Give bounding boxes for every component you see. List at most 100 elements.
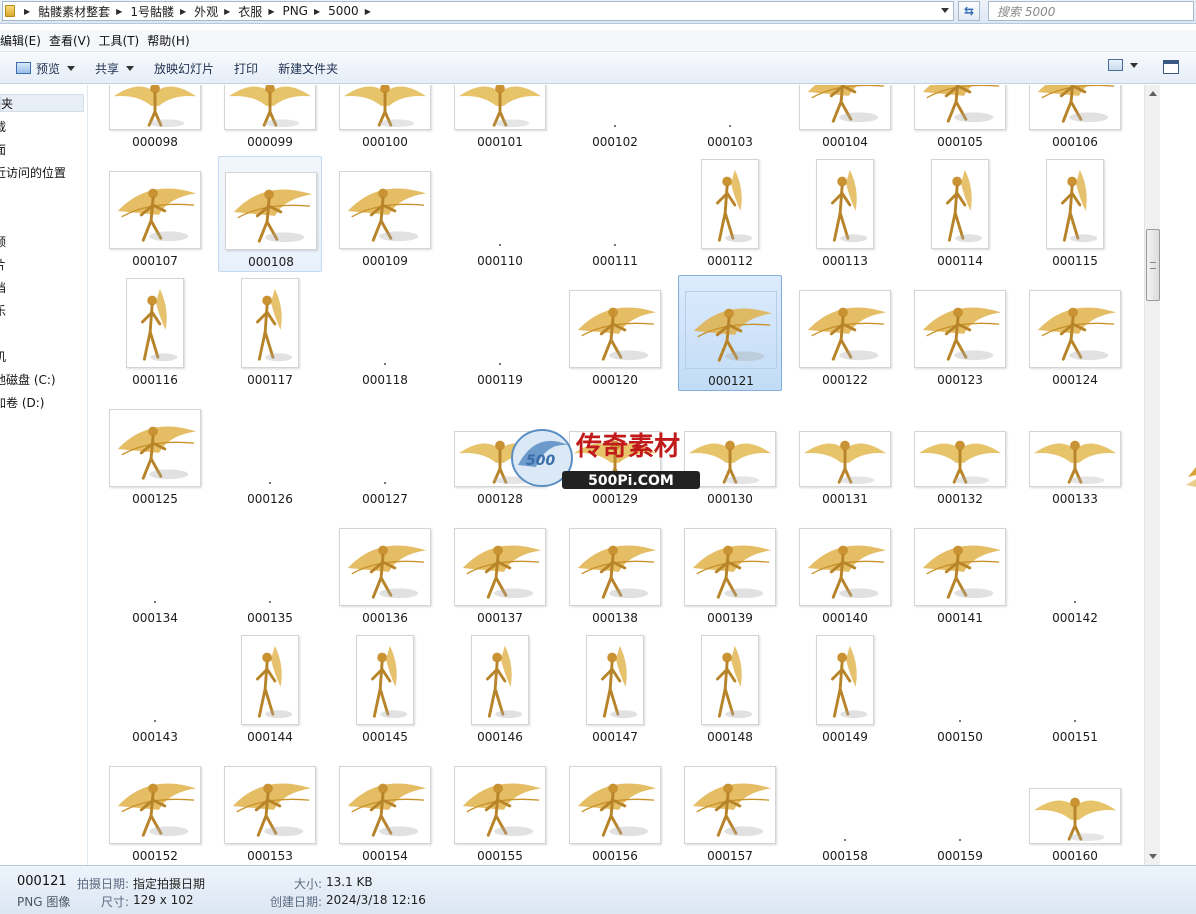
chevron-right-icon[interactable]: ▶ xyxy=(308,7,328,16)
scroll-up-icon[interactable] xyxy=(1149,91,1157,96)
vertical-scrollbar[interactable] xyxy=(1144,85,1160,865)
file-item[interactable]: 000145 xyxy=(333,632,437,748)
share-button[interactable]: 共享 xyxy=(85,56,144,80)
breadcrumb-item[interactable]: PNG xyxy=(282,4,308,18)
nav-item-drive-d[interactable]: 加卷 (D:) xyxy=(0,394,44,412)
file-item[interactable]: 000155 xyxy=(448,751,552,865)
breadcrumb-item[interactable]: 5000 xyxy=(328,4,359,18)
breadcrumb[interactable]: ▶ 骷髅素材整套 ▶ 1号骷髅 ▶ 外观 ▶ 衣服 ▶ PNG ▶ 5000 ▶ xyxy=(2,1,954,21)
nav-item-downloads[interactable]: 载 xyxy=(0,118,6,136)
preview-pane-icon[interactable] xyxy=(1163,60,1179,74)
menu-help[interactable]: 帮助(H) xyxy=(143,32,197,49)
file-item[interactable]: 000125 xyxy=(103,394,207,510)
file-item[interactable]: 000100 xyxy=(333,85,437,153)
breadcrumb-item[interactable]: 1号骷髅 xyxy=(130,3,174,20)
file-item[interactable]: 000142 xyxy=(1023,513,1127,629)
file-item[interactable]: 000108 xyxy=(218,156,322,272)
file-item[interactable]: 000109 xyxy=(333,156,437,272)
file-item[interactable]: 000104 xyxy=(793,85,897,153)
file-item[interactable]: 000157 xyxy=(678,751,782,865)
file-item[interactable]: 000138 xyxy=(563,513,667,629)
file-item[interactable]: 000102 xyxy=(563,85,667,153)
file-item[interactable]: 000103 xyxy=(678,85,782,153)
file-item[interactable]: 000150 xyxy=(908,632,1012,748)
chevron-right-icon[interactable]: ▶ xyxy=(218,7,238,16)
file-item[interactable]: 000159 xyxy=(908,751,1012,865)
file-item[interactable]: 000124 xyxy=(1023,275,1127,391)
file-item[interactable]: 000137 xyxy=(448,513,552,629)
nav-item-recent-places[interactable]: 近访问的位置 xyxy=(0,164,66,182)
nav-item-favorites[interactable]: 夹 xyxy=(0,94,84,112)
breadcrumb-item[interactable]: 骷髅素材整套 xyxy=(38,3,110,20)
menu-tools[interactable]: 工具(T) xyxy=(95,32,148,49)
file-item[interactable]: 000113 xyxy=(793,156,897,272)
nav-item-drive-c[interactable]: 地磁盘 (C:) xyxy=(0,371,56,389)
file-item[interactable]: 000158 xyxy=(793,751,897,865)
chevron-right-icon[interactable]: ▶ xyxy=(174,7,194,16)
file-item[interactable]: 000151 xyxy=(1023,632,1127,748)
file-item[interactable]: 000122 xyxy=(793,275,897,391)
file-item[interactable]: 000127 xyxy=(333,394,437,510)
preview-button[interactable]: 预览 xyxy=(6,56,85,80)
file-item[interactable]: 000106 xyxy=(1023,85,1127,153)
chevron-down-icon[interactable] xyxy=(941,8,949,13)
file-item[interactable]: 000115 xyxy=(1023,156,1127,272)
file-item[interactable]: 000126 xyxy=(218,394,322,510)
file-item[interactable]: 000133 xyxy=(1023,394,1127,510)
file-item[interactable]: 000112 xyxy=(678,156,782,272)
file-item[interactable]: 000143 xyxy=(103,632,207,748)
file-item[interactable]: 000116 xyxy=(103,275,207,391)
file-item[interactable]: 000099 xyxy=(218,85,322,153)
menu-view[interactable]: 查看(V) xyxy=(45,32,99,49)
file-item[interactable]: 000098 xyxy=(103,85,207,153)
file-item[interactable]: 000101 xyxy=(448,85,552,153)
nav-item-videos[interactable]: 频 xyxy=(0,233,6,251)
file-item[interactable]: 000139 xyxy=(678,513,782,629)
menu-edit[interactable]: 编辑(E) xyxy=(0,32,49,49)
chevron-right-icon[interactable]: ▶ xyxy=(18,7,38,16)
file-item[interactable]: 000132 xyxy=(908,394,1012,510)
file-item[interactable]: 000119 xyxy=(448,275,552,391)
nav-item-documents[interactable]: 档 xyxy=(0,279,6,297)
file-item[interactable]: 000146 xyxy=(448,632,552,748)
scroll-down-icon[interactable] xyxy=(1149,854,1157,859)
nav-item-pictures[interactable]: 片 xyxy=(0,256,6,274)
file-item[interactable]: 000114 xyxy=(908,156,1012,272)
file-item[interactable]: 000152 xyxy=(103,751,207,865)
file-item[interactable]: 000135 xyxy=(218,513,322,629)
file-item[interactable]: 000107 xyxy=(103,156,207,272)
file-item[interactable]: 000105 xyxy=(908,85,1012,153)
file-item[interactable]: 000134 xyxy=(103,513,207,629)
chevron-right-icon[interactable]: ▶ xyxy=(110,7,130,16)
file-item[interactable]: 000140 xyxy=(793,513,897,629)
detail-date-taken-value[interactable]: 指定拍摄日期 xyxy=(133,875,205,892)
file-item[interactable]: 000148 xyxy=(678,632,782,748)
file-item[interactable]: 000121 xyxy=(678,275,782,391)
file-item[interactable]: 000160 xyxy=(1023,751,1127,865)
file-item[interactable]: 000123 xyxy=(908,275,1012,391)
file-item[interactable]: 000153 xyxy=(218,751,322,865)
file-item[interactable]: 000154 xyxy=(333,751,437,865)
file-item[interactable]: 000131 xyxy=(793,394,897,510)
chevron-right-icon[interactable]: ▶ xyxy=(262,7,282,16)
search-input[interactable]: 搜索 5000 xyxy=(988,1,1194,21)
file-item[interactable]: 000110 xyxy=(448,156,552,272)
file-item[interactable]: 000120 xyxy=(563,275,667,391)
nav-item-computer[interactable]: 机 xyxy=(0,348,6,366)
file-item[interactable]: 000144 xyxy=(218,632,322,748)
file-item[interactable]: 000111 xyxy=(563,156,667,272)
file-item[interactable]: 000156 xyxy=(563,751,667,865)
nav-item-desktop[interactable]: 面 xyxy=(0,141,6,159)
scroll-thumb[interactable] xyxy=(1146,229,1160,301)
breadcrumb-item[interactable]: 外观 xyxy=(194,3,218,20)
chevron-right-icon[interactable]: ▶ xyxy=(359,7,379,16)
file-item[interactable]: 000136 xyxy=(333,513,437,629)
file-item[interactable]: 000147 xyxy=(563,632,667,748)
print-button[interactable]: 打印 xyxy=(224,56,268,80)
file-item[interactable]: 000118 xyxy=(333,275,437,391)
nav-item-music[interactable]: 乐 xyxy=(0,302,6,320)
breadcrumb-item[interactable]: 衣服 xyxy=(238,3,262,20)
new-folder-button[interactable]: 新建文件夹 xyxy=(268,56,348,80)
file-item[interactable]: 000141 xyxy=(908,513,1012,629)
file-item[interactable]: 000149 xyxy=(793,632,897,748)
